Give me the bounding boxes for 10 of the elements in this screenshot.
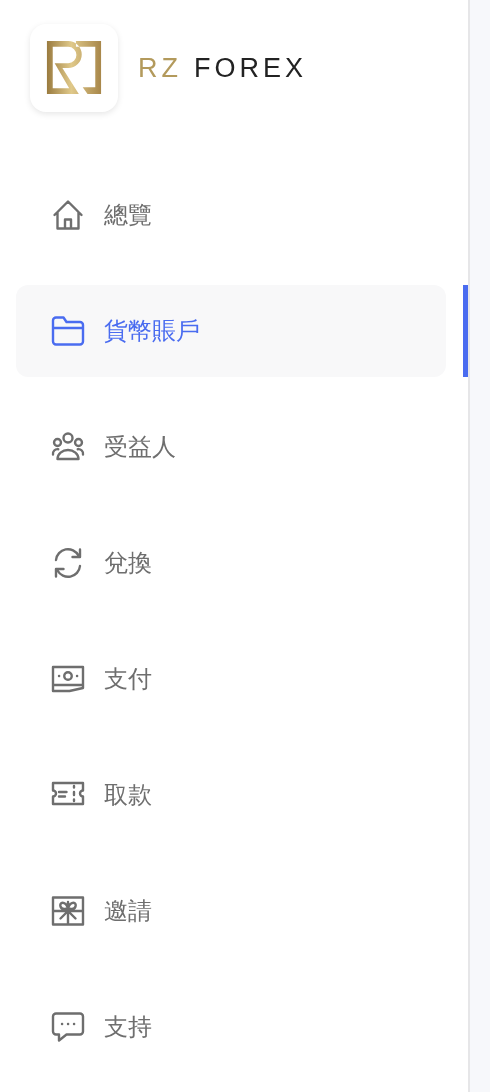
nav-item[interactable]: 取款	[16, 749, 446, 841]
nav-item[interactable]: 總覽	[16, 169, 446, 261]
nav-item[interactable]: 支持	[16, 981, 446, 1073]
nav-item[interactable]: 邀請	[16, 865, 446, 957]
brand-name-prefix: RZ	[138, 52, 182, 84]
logo-icon	[30, 24, 118, 112]
nav-item[interactable]: 受益人	[16, 401, 446, 493]
nav-item[interactable]: 支付	[16, 633, 446, 725]
nav-item[interactable]: 兌換	[16, 517, 446, 609]
brand-name: FOREX	[194, 52, 307, 84]
